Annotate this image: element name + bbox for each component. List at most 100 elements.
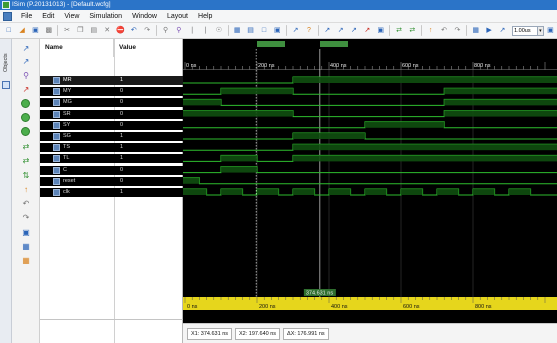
signal-row-clk[interactable]: clk 1 [40, 188, 183, 197]
save-icon[interactable]: ▣ [30, 25, 40, 36]
waveform-high-region [293, 77, 557, 83]
run-for-icon[interactable]: ↗ [497, 25, 507, 36]
restart-icon[interactable]: ↶ [439, 25, 449, 36]
add-marker-icon[interactable]: ▣ [376, 25, 386, 36]
marker-icon[interactable]: ❘ [200, 25, 210, 36]
prev-edge-icon[interactable]: ⇄ [394, 25, 404, 36]
signal-icon [53, 166, 60, 174]
step-icon[interactable]: ↑ [425, 25, 435, 36]
name-column-header[interactable]: Name [40, 39, 114, 57]
document-icon[interactable] [3, 11, 12, 21]
waveform-canvas[interactable]: 0 ns 200 ns 400 ns 600 ns 800 ns 0 ns 200 ns 40… [183, 39, 557, 343]
signal-row-mr[interactable]: MR 1 [40, 76, 183, 85]
find-next-icon[interactable]: ⚲ [174, 25, 184, 36]
signal-row-ts[interactable]: TS 1 [40, 143, 183, 153]
menu-view[interactable]: View [59, 10, 84, 23]
menu-simulation[interactable]: Simulation [84, 10, 127, 23]
waveform-reset[interactable] [183, 177, 557, 185]
zoom-full-icon[interactable]: ↗ [362, 25, 372, 36]
run-all-icon[interactable]: ▦ [471, 25, 481, 36]
menu-edit[interactable]: Edit [37, 10, 59, 23]
marker-cursor-icon[interactable]: ↗ [20, 84, 32, 95]
stop-icon[interactable]: ⛔ [115, 25, 125, 36]
bottom-time-ruler[interactable] [183, 297, 557, 310]
zoom-in-icon[interactable]: ↗ [322, 25, 332, 36]
run-icon[interactable]: ▶ [484, 25, 494, 36]
zoom-cursor-icon[interactable]: ↗ [20, 43, 32, 54]
zoom-fit-icon[interactable]: ↗ [349, 25, 359, 36]
menu-window[interactable]: Window [127, 10, 162, 23]
signal-name: TS [63, 144, 71, 151]
bookmark-icon[interactable]: ❘ [187, 25, 197, 36]
zoom-out-icon[interactable]: ↗ [335, 25, 345, 36]
cursor-icon[interactable]: ↗ [290, 25, 300, 36]
signal-row-my[interactable]: MY 0 [40, 87, 183, 97]
signal-row-tl[interactable]: TL 1 [40, 154, 183, 164]
target-icon[interactable]: ☉ [214, 25, 224, 36]
waveform-sg[interactable] [183, 132, 557, 140]
cursor-x2-handle[interactable] [257, 41, 285, 47]
signal-row-c[interactable]: C0 [40, 165, 183, 175]
delete-icon[interactable]: ✕ [102, 25, 112, 36]
find-icon[interactable]: ⚲ [160, 25, 170, 36]
signal-row-reset[interactable]: reset 0 [40, 176, 183, 186]
toolbar-separator [57, 25, 59, 36]
swap-cursors-icon[interactable]: ⇅ [20, 170, 32, 181]
signal-icon [53, 177, 60, 185]
copy-icon[interactable]: ❐ [75, 25, 85, 36]
relaunch-icon[interactable]: ▣ [545, 25, 555, 36]
signal-icon [53, 77, 60, 84]
find-signal-icon[interactable]: ⚲ [20, 70, 32, 81]
layout-c-icon[interactable]: □ [259, 25, 269, 36]
reload-icon[interactable]: ↷ [452, 25, 462, 36]
waveform-high-region [183, 110, 293, 117]
value-column-header[interactable]: Value [114, 39, 183, 57]
cursor-x1-handle[interactable] [320, 41, 348, 47]
signal-name: reset [63, 177, 76, 184]
panel-icon[interactable] [2, 81, 10, 89]
step-signal-icon[interactable]: ↑ [20, 184, 32, 195]
add-group-icon[interactable] [21, 99, 30, 108]
waveform-high-region [365, 189, 387, 195]
objects-tab[interactable]: Objects [1, 49, 11, 77]
signal-row-sy[interactable]: SY 0 [40, 120, 183, 130]
redo-icon[interactable]: ↷ [142, 25, 152, 36]
layout-a-icon[interactable]: ▦ [232, 25, 242, 36]
menu-layout[interactable]: Layout [162, 10, 193, 23]
help-cursor-icon[interactable]: ? [304, 25, 314, 36]
new-file-icon[interactable]: □ [4, 25, 14, 36]
save-signal-icon[interactable]: ▣ [20, 227, 32, 238]
properties-icon[interactable]: ▦ [20, 255, 32, 266]
signal-value: 1 [120, 189, 124, 195]
wave-tools-column: ↗ ↗ ⚲ ↗ ⇄ ⇄ ⇅ ↑ ↶ ↷ ▣ ▦ ▦ [12, 39, 40, 343]
top-time-ruler[interactable] [183, 39, 557, 70]
open-folder-icon[interactable]: ◢ [17, 25, 27, 36]
goto-next-edge-icon[interactable]: ⇄ [20, 155, 32, 166]
signal-value: 0 [120, 121, 124, 128]
run-time-input[interactable] [512, 25, 539, 36]
menu-file[interactable]: File [16, 10, 37, 23]
reload-signal-icon[interactable]: ↷ [20, 212, 32, 223]
layout-d-icon[interactable]: ▣ [272, 25, 282, 36]
goto-prev-edge-icon[interactable]: ⇄ [20, 141, 32, 152]
bottom-ruler-label: 200 ns [259, 304, 276, 310]
signal-value: 1 [120, 133, 124, 139]
print-icon[interactable]: ▩ [44, 25, 54, 36]
paste-icon[interactable]: ▤ [89, 25, 99, 36]
restart-signal-icon[interactable]: ↶ [20, 198, 32, 209]
add-virtual-bus-icon[interactable] [21, 127, 30, 136]
select-cursor-icon[interactable]: ↗ [20, 56, 32, 67]
next-edge-icon[interactable]: ⇄ [407, 25, 417, 36]
signal-row-sg[interactable]: SG 1 [40, 132, 183, 141]
layout-b-icon[interactable]: ▤ [245, 25, 255, 36]
cut-icon[interactable]: ✂ [62, 25, 72, 36]
waveform-high-region [293, 144, 557, 151]
signal-row-sr[interactable]: SR 0 [40, 109, 183, 119]
waveform-panel[interactable]: 0 ns 200 ns 400 ns 600 ns 800 ns 0 ns 200 ns 40… [183, 39, 557, 343]
signal-row-mg[interactable]: MG 0 [40, 98, 183, 108]
add-divider-icon[interactable] [21, 113, 30, 122]
time-unit-dropdown[interactable]: ▾ [538, 25, 544, 36]
menu-help[interactable]: Help [193, 10, 217, 23]
undo-icon[interactable]: ↶ [129, 25, 139, 36]
list-signal-icon[interactable]: ▦ [20, 241, 32, 252]
